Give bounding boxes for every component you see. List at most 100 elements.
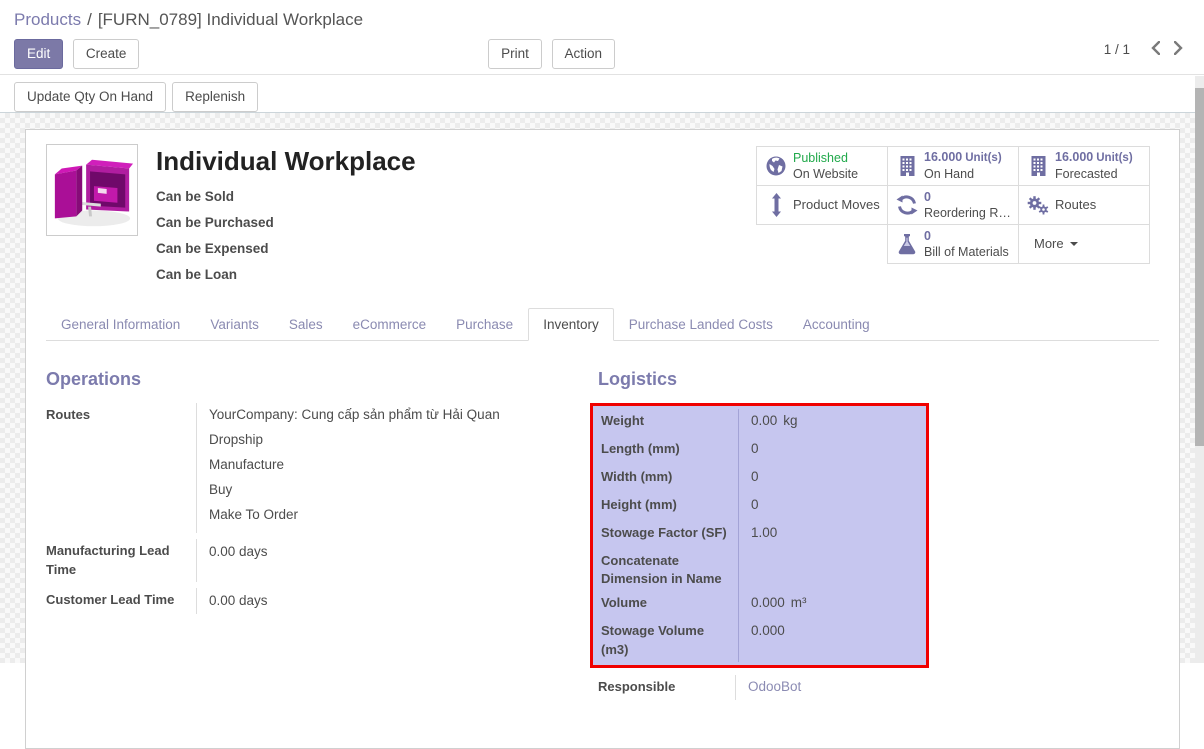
form-view-background: Individual Workplace Can be Sold Can be … (0, 113, 1204, 663)
caret-down-icon (1070, 242, 1078, 246)
tab-variants[interactable]: Variants (195, 308, 274, 341)
control-panel-center: Print Action (488, 39, 615, 69)
pager-value: 1 / 1 (1104, 42, 1130, 57)
route-option: Buy (209, 481, 590, 500)
print-dropdown[interactable]: Print (488, 39, 542, 69)
field-row: Weight 0.00 kg (593, 409, 926, 437)
field-row: Stowage Volume (m3) 0.000 (593, 619, 926, 661)
stat-button-text: 16.000Unit(s) On Hand (924, 149, 1002, 182)
form-sheet: Individual Workplace Can be Sold Can be … (25, 129, 1180, 749)
chevron-right-icon (1174, 43, 1183, 58)
stat-button-bill-of-materials[interactable]: 0 Bill of Materials (887, 224, 1019, 264)
flag-label: Can be Sold (156, 189, 234, 204)
product-flag-row: Can be Sold (156, 189, 756, 204)
stat-button-forecasted[interactable]: 16.000Unit(s) Forecasted (1018, 146, 1150, 186)
field-value: 0 (738, 493, 926, 521)
vertical-scrollbar-track[interactable] (1195, 76, 1204, 663)
tab-ecommerce[interactable]: eCommerce (338, 308, 442, 341)
responsible-user-link[interactable]: OdooBot (748, 679, 801, 694)
action-dropdown[interactable]: Action (552, 39, 616, 69)
field-label: Stowage Factor (SF) (593, 521, 738, 549)
stat-button-more[interactable]: More (1018, 224, 1150, 264)
edit-button[interactable]: Edit (14, 39, 63, 69)
operations-heading: Operations (46, 369, 590, 390)
route-option: Make To Order (209, 506, 590, 525)
field-row: Manufacturing Lead Time 0.00 days (46, 539, 590, 581)
notebook-tabs: General InformationVariantsSaleseCommerc… (46, 308, 1159, 341)
stat-button-text: 16.000Unit(s) Forecasted (1055, 149, 1133, 182)
route-option: YourCompany: Cung cấp sản phẩm từ Hải Qu… (209, 406, 590, 425)
chevron-left-icon (1151, 43, 1160, 58)
tab-purchase[interactable]: Purchase (441, 308, 528, 341)
breadcrumb-products-link[interactable]: Products (14, 10, 81, 29)
field-value: 0 (738, 465, 926, 493)
field-value: 0.00 days (196, 539, 590, 581)
pager: 1 / 1 (1104, 39, 1190, 60)
field-row: Length (mm) 0 (593, 437, 926, 465)
stat-button-text: Product Moves (793, 197, 880, 214)
field-value: 0.000 m³ (738, 591, 926, 619)
stat-button-reordering-r[interactable]: 0 Reordering R… (887, 185, 1019, 225)
building-icon (1024, 155, 1052, 177)
route-option: Manufacture (209, 456, 590, 475)
create-button[interactable]: Create (73, 39, 140, 69)
logistics-heading: Logistics (598, 369, 1159, 390)
control-panel: Products / [FURN_0789] Individual Workplac… (0, 0, 1204, 75)
statusbar-button-replenish[interactable]: Replenish (172, 82, 258, 112)
routes-field-label: Routes (46, 403, 196, 533)
globe-icon (762, 155, 790, 177)
field-value: 0.00 days (196, 588, 590, 614)
pager-next-button[interactable] (1167, 39, 1190, 60)
flag-label: Can be Purchased (156, 215, 274, 230)
logistics-group: Logistics Weight 0.00 kg Length (mm) (590, 369, 1159, 700)
field-row: Width (mm) 0 (593, 465, 926, 493)
stat-button-text: Published On Website (793, 150, 858, 183)
pager-previous-button[interactable] (1144, 39, 1167, 60)
routes-field-value: YourCompany: Cung cấp sản phẩm từ Hải Qu… (196, 403, 590, 533)
product-flag-row: Can be Purchased (156, 215, 756, 230)
field-label: Width (mm) (593, 465, 738, 493)
field-label: Customer Lead Time (46, 588, 196, 614)
logistics-highlighted-box: Weight 0.00 kg Length (mm) 0 (590, 403, 929, 668)
field-label: Length (mm) (593, 437, 738, 465)
operations-group: Operations Routes YourCompany: Cung cấp … (46, 369, 590, 700)
stat-button-routes[interactable]: Routes (1018, 185, 1150, 225)
tab-sales[interactable]: Sales (274, 308, 338, 341)
refresh-icon (893, 195, 921, 215)
field-label: Concatenate Dimension in Name (593, 549, 738, 591)
flag-label: Can be Expensed (156, 241, 269, 256)
field-row: Volume 0.000 m³ (593, 591, 926, 619)
stat-button-text: More (1034, 236, 1078, 253)
product-image (46, 144, 138, 236)
route-label: Buy (209, 481, 232, 500)
statusbar: Update Qty On HandReplenish (0, 75, 1204, 113)
tab-general-information[interactable]: General Information (46, 308, 195, 341)
route-option: Dropship (209, 431, 590, 450)
breadcrumb-separator: / (87, 10, 92, 29)
stat-button-product-moves[interactable]: Product Moves (756, 185, 888, 225)
arrows-v-icon (762, 193, 790, 217)
field-value (738, 549, 926, 591)
responsible-row: Responsible OdooBot (590, 675, 929, 700)
field-row: Concatenate Dimension in Name (593, 549, 926, 591)
tab-inventory[interactable]: Inventory (528, 308, 614, 341)
stat-button-text: 0 Reordering R… (924, 189, 1011, 222)
stat-button-on-website[interactable]: Published On Website (756, 146, 888, 186)
tab-accounting[interactable]: Accounting (788, 308, 885, 341)
workplace-pod-illustration (49, 147, 135, 233)
breadcrumb-current: [FURN_0789] Individual Workplace (98, 10, 363, 29)
stat-button-on-hand[interactable]: 16.000Unit(s) On Hand (887, 146, 1019, 186)
route-label: Dropship (209, 431, 263, 450)
flask-icon (893, 233, 921, 255)
statusbar-button-update-qty-on-hand[interactable]: Update Qty On Hand (14, 82, 166, 112)
gears-icon (1024, 195, 1052, 216)
flag-label: Can be Loan (156, 267, 237, 282)
field-value: 1.00 (738, 521, 926, 549)
field-value: 0 (738, 437, 926, 465)
responsible-label: Responsible (590, 675, 735, 700)
field-value: 0.00 kg (738, 409, 926, 437)
vertical-scrollbar-thumb[interactable] (1195, 88, 1204, 446)
route-label: YourCompany: Cung cấp sản phẩm từ Hải Qu… (209, 406, 500, 425)
tab-purchase-landed-costs[interactable]: Purchase Landed Costs (614, 308, 788, 341)
control-panel-left: Edit Create (14, 39, 139, 69)
